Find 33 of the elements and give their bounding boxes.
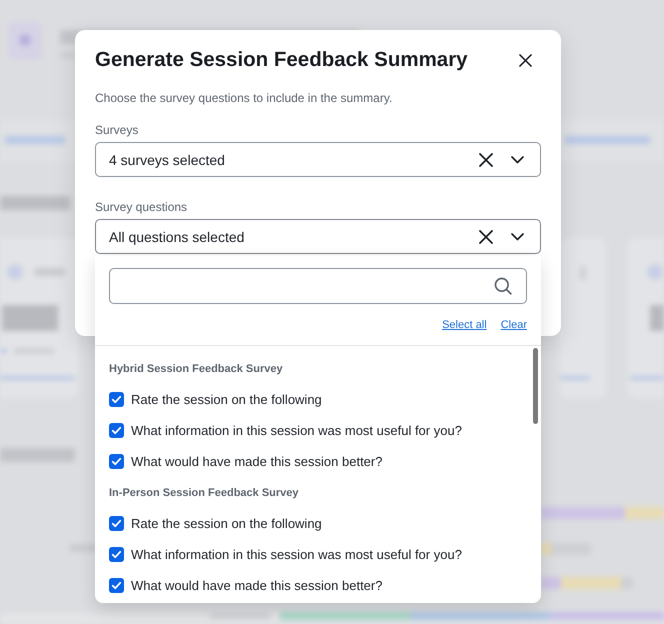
question-label[interactable]: Rate the session on the following (131, 516, 322, 531)
checkbox[interactable] (109, 392, 124, 407)
survey-group-heading: Hybrid Session Feedback Survey (109, 362, 283, 374)
select-field[interactable]: All questions selected (95, 219, 541, 254)
question-label[interactable]: What information in this session was most useful for you? (131, 547, 462, 562)
close-icon (519, 54, 532, 66)
close-button[interactable] (519, 54, 532, 66)
field-label: Survey questions (95, 199, 188, 215)
question-label[interactable]: What would have made this session better? (131, 454, 382, 469)
question-label[interactable]: Rate the session on the following (131, 392, 322, 407)
question-label[interactable]: What would have made this session better? (131, 578, 382, 593)
search-icon (494, 277, 512, 295)
select-field[interactable]: 4 surveys selected (95, 142, 541, 177)
clear-icon[interactable] (479, 152, 493, 166)
checkbox[interactable] (109, 578, 124, 593)
chevron-down-icon[interactable] (511, 156, 524, 164)
scrollbar[interactable] (533, 348, 538, 424)
checkbox[interactable] (109, 516, 124, 531)
dialog-title: Generate Session Feedback Summary (95, 47, 468, 73)
question-label[interactable]: What information in this session was most useful for you? (131, 423, 462, 438)
dialog-description: Choose the survey questions to include in the summary. (95, 90, 394, 106)
select-all-link[interactable]: Select all (442, 318, 487, 330)
checkbox[interactable] (109, 547, 124, 562)
blurred-stacked-bar-drawing (541, 543, 591, 555)
clear-link[interactable]: Clear (500, 318, 527, 330)
search-field[interactable] (109, 268, 527, 304)
chevron-down-icon[interactable] (511, 232, 524, 240)
survey-group-heading: In-Person Session Feedback Survey (109, 486, 299, 498)
checkbox[interactable] (109, 423, 124, 438)
blurred-section-heading-drawing (0, 196, 70, 210)
clear-icon[interactable] (479, 230, 493, 244)
field-label: Surveys (95, 122, 140, 138)
checkbox[interactable] (109, 454, 124, 469)
